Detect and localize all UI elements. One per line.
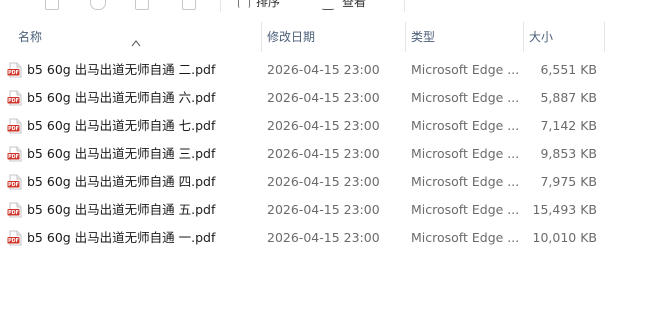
file-size: 5,887 KB [540,90,597,105]
file-size: 6,551 KB [540,62,597,77]
file-list: PDF b5 60g 出马出道无师自通 二.pdf 2026-04-15 23:… [0,56,652,252]
file-type: Microsoft Edge ... [411,174,520,189]
sort-menu-button[interactable]: 排序 [256,0,280,10]
file-name[interactable]: b5 60g 出马出道无师自通 四.pdf [27,168,215,196]
svg-text:PDF: PDF [8,154,19,160]
share-icon[interactable] [90,0,106,10]
svg-text:PDF: PDF [8,70,19,76]
file-name[interactable]: b5 60g 出马出道无师自通 七.pdf [27,112,215,140]
delete-icon[interactable] [182,0,196,10]
file-modified: 2026-04-15 23:00 [267,230,380,245]
column-header-name[interactable]: 名称 [12,22,262,52]
file-row[interactable]: PDF b5 60g 出马出道无师自通 二.pdf 2026-04-15 23:… [0,56,652,84]
pdf-file-icon: PDF [7,202,22,218]
view-menu-button[interactable]: 查看 [342,0,366,10]
file-modified: 2026-04-15 23:00 [267,62,380,77]
file-row[interactable]: PDF b5 60g 出马出道无师自通 一.pdf 2026-04-15 23:… [0,224,652,252]
file-size: 9,853 KB [540,146,597,161]
sort-icon[interactable] [238,0,250,8]
file-modified: 2026-04-15 23:00 [267,146,380,161]
pdf-file-icon: PDF [7,146,22,162]
svg-text:PDF: PDF [8,98,19,104]
file-modified: 2026-04-15 23:00 [267,118,380,133]
file-type: Microsoft Edge ... [411,118,520,133]
file-type: Microsoft Edge ... [411,146,520,161]
file-name[interactable]: b5 60g 出马出道无师自通 五.pdf [27,196,215,224]
file-size: 15,493 KB [532,202,597,217]
svg-text:PDF: PDF [8,182,19,188]
pdf-file-icon: PDF [7,62,22,78]
pdf-file-icon: PDF [7,174,22,190]
file-size: 7,142 KB [540,118,597,133]
toolbar-separator [404,0,405,12]
view-icon[interactable] [322,0,334,10]
rename-icon[interactable] [135,0,149,10]
file-size: 7,975 KB [540,174,597,189]
svg-text:PDF: PDF [8,238,19,244]
column-header-row: 名称 修改日期 类型 大小 [0,22,652,52]
file-row[interactable]: PDF b5 60g 出马出道无师自通 四.pdf 2026-04-15 23:… [0,168,652,196]
file-name[interactable]: b5 60g 出马出道无师自通 二.pdf [27,56,215,84]
file-row[interactable]: PDF b5 60g 出马出道无师自通 三.pdf 2026-04-15 23:… [0,140,652,168]
file-type: Microsoft Edge ... [411,62,520,77]
file-row[interactable]: PDF b5 60g 出马出道无师自通 六.pdf 2026-04-15 23:… [0,84,652,112]
column-divider[interactable] [604,22,605,52]
file-row[interactable]: PDF b5 60g 出马出道无师自通 七.pdf 2026-04-15 23:… [0,112,652,140]
pdf-file-icon: PDF [7,230,22,246]
column-header-modified[interactable]: 修改日期 [261,22,405,52]
file-name[interactable]: b5 60g 出马出道无师自通 一.pdf [27,224,215,252]
toolbar-separator [220,0,221,12]
svg-text:PDF: PDF [8,126,19,132]
file-modified: 2026-04-15 23:00 [267,174,380,189]
file-modified: 2026-04-15 23:00 [267,90,380,105]
file-type: Microsoft Edge ... [411,230,520,245]
copy-icon[interactable] [45,0,59,10]
file-type: Microsoft Edge ... [411,90,520,105]
command-bar: 排序 查看 [0,0,652,12]
svg-text:PDF: PDF [8,210,19,216]
pdf-file-icon: PDF [7,118,22,134]
file-name[interactable]: b5 60g 出马出道无师自通 六.pdf [27,84,215,112]
file-modified: 2026-04-15 23:00 [267,202,380,217]
file-name[interactable]: b5 60g 出马出道无师自通 三.pdf [27,140,215,168]
pdf-file-icon: PDF [7,90,22,106]
file-type: Microsoft Edge ... [411,202,520,217]
column-header-size[interactable]: 大小 [523,22,604,52]
file-row[interactable]: PDF b5 60g 出马出道无师自通 五.pdf 2026-04-15 23:… [0,196,652,224]
file-size: 10,010 KB [532,230,597,245]
column-header-type[interactable]: 类型 [405,22,523,52]
